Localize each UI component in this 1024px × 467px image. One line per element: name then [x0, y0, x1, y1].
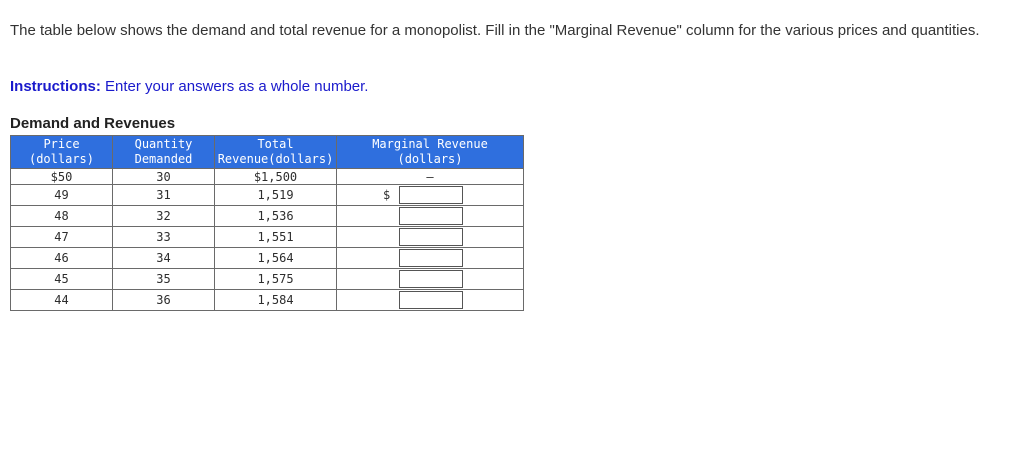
- quantity-cell: 33: [112, 226, 215, 248]
- marginal-revenue-cell: $: [336, 184, 524, 206]
- header-marginal-revenue: Marginal Revenue (dollars): [336, 135, 524, 169]
- table-row: 46 34 1,564: [10, 247, 524, 269]
- marginal-revenue-input-1[interactable]: [399, 186, 463, 204]
- header-total-revenue-line2: Revenue(dollars): [217, 152, 334, 166]
- header-price: Price (dollars): [10, 135, 113, 169]
- quantity-cell: 32: [112, 205, 215, 227]
- marginal-revenue-cell: [336, 226, 524, 248]
- price-cell: 45: [10, 268, 113, 290]
- instructions-text: Enter your answers as a whole number.: [100, 78, 369, 95]
- marginal-revenue-cell: [336, 247, 524, 269]
- total-revenue-cell: 1,584: [214, 289, 337, 311]
- total-revenue-cell: 1,551: [214, 226, 337, 248]
- total-revenue-cell: 1,575: [214, 268, 337, 290]
- header-quantity-line2: Demanded: [134, 152, 193, 166]
- question-prompt: The table below shows the demand and tot…: [10, 22, 980, 39]
- marginal-revenue-dash: –: [426, 169, 434, 184]
- marginal-revenue-cell: –: [336, 168, 524, 185]
- table-header-row: Price (dollars) Quantity Demanded Total …: [10, 135, 524, 169]
- total-revenue-cell: $1,500: [214, 168, 337, 185]
- price-cell: 47: [10, 226, 113, 248]
- table-row: $50 30 $1,500 –: [10, 168, 524, 185]
- marginal-revenue-cell: [336, 289, 524, 311]
- header-marginal-revenue-line1: Marginal Revenue: [372, 137, 488, 151]
- header-quantity: Quantity Demanded: [112, 135, 215, 169]
- table-row: 45 35 1,575: [10, 268, 524, 290]
- price-cell: $50: [10, 168, 113, 185]
- marginal-revenue-input-2[interactable]: [399, 207, 463, 225]
- marginal-revenue-cell: [336, 205, 524, 227]
- total-revenue-cell: 1,564: [214, 247, 337, 269]
- quantity-cell: 30: [112, 168, 215, 185]
- table-row: 48 32 1,536: [10, 205, 524, 227]
- quantity-cell: 36: [112, 289, 215, 311]
- marginal-revenue-input-5[interactable]: [399, 270, 463, 288]
- marginal-revenue-input-6[interactable]: [399, 291, 463, 309]
- total-revenue-cell: 1,536: [214, 205, 337, 227]
- header-price-line2: (dollars): [28, 152, 95, 166]
- price-cell: 48: [10, 205, 113, 227]
- price-cell: 49: [10, 184, 113, 206]
- marginal-revenue-input-3[interactable]: [399, 228, 463, 246]
- instructions: Instructions: Enter your answers as a wh…: [10, 78, 368, 95]
- table-row: 49 31 1,519 $: [10, 184, 524, 206]
- table-caption: Demand and Revenues: [10, 115, 176, 132]
- currency-symbol: $: [383, 188, 391, 202]
- table-row: 44 36 1,584: [10, 289, 524, 311]
- price-cell: 44: [10, 289, 113, 311]
- total-revenue-cell: 1,519: [214, 184, 337, 206]
- instructions-label: Instructions:: [10, 78, 101, 95]
- demand-revenue-table: Price (dollars) Quantity Demanded Total …: [10, 135, 524, 311]
- price-cell: 46: [10, 247, 113, 269]
- header-quantity-line1: Quantity: [134, 137, 193, 151]
- header-price-line1: Price: [43, 137, 80, 151]
- header-total-revenue-line1: Total: [257, 137, 294, 151]
- header-total-revenue: Total Revenue(dollars): [214, 135, 337, 169]
- quantity-cell: 31: [112, 184, 215, 206]
- quantity-cell: 34: [112, 247, 215, 269]
- header-marginal-revenue-line2: (dollars): [397, 152, 463, 166]
- quantity-cell: 35: [112, 268, 215, 290]
- table-row: 47 33 1,551: [10, 226, 524, 248]
- marginal-revenue-cell: [336, 268, 524, 290]
- marginal-revenue-input-4[interactable]: [399, 249, 463, 267]
